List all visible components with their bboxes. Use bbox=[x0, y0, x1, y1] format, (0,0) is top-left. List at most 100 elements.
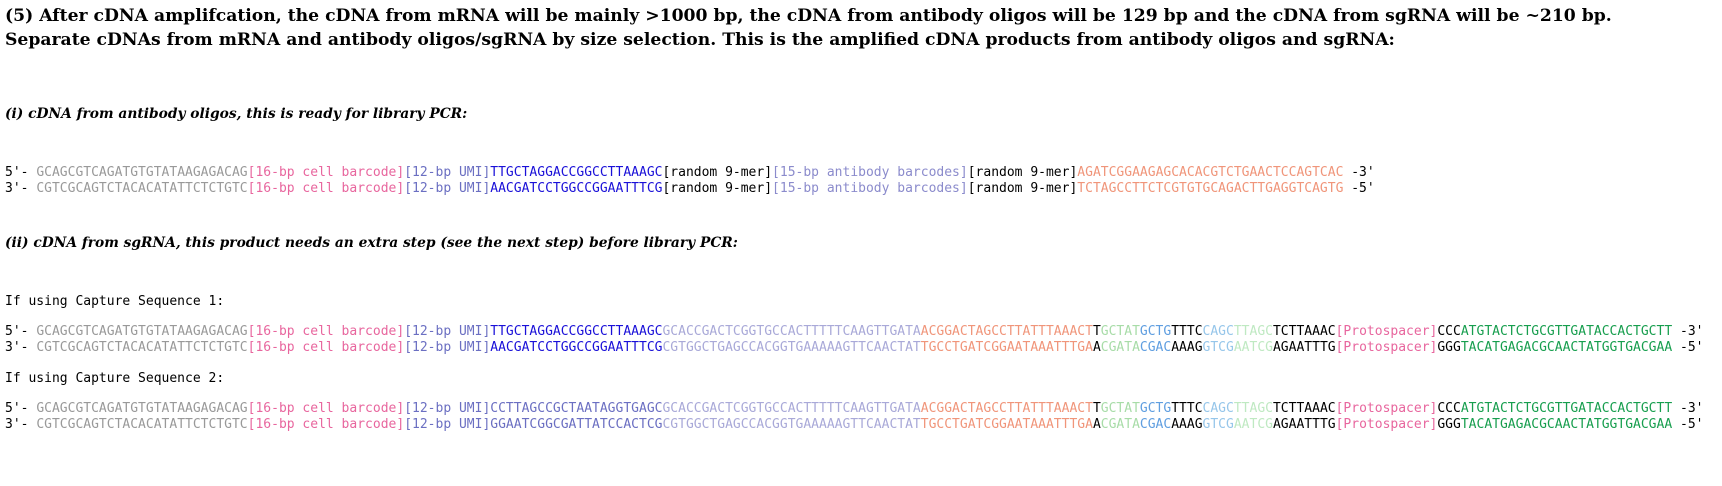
sequence-cs1-bottom: 3'- CGTCGCAGTCTACACATATTCTCTGTC[16-bp ce… bbox=[5, 340, 1703, 356]
sequence-segment: GTCG bbox=[1202, 340, 1234, 355]
capture-sequence-1-label: If using Capture Sequence 1: bbox=[5, 294, 225, 309]
sequence-segment: AACGATCCTGGCCGGAATTTCG bbox=[490, 340, 663, 355]
sequence-segment: CGATA bbox=[1100, 340, 1140, 355]
heading-line-2: Separate cDNAs from mRNA and antibody ol… bbox=[5, 30, 1395, 50]
sequence-segment: AAAG bbox=[1171, 417, 1203, 432]
step-heading: (5) After cDNA amplifcation, the cDNA fr… bbox=[5, 4, 1717, 52]
sequence-segment: GGG bbox=[1437, 417, 1461, 432]
sequence-segment: -5' bbox=[1672, 340, 1704, 355]
sequence-segment: [12-bp UMI] bbox=[404, 181, 491, 196]
sequence-segment: GCTAT bbox=[1100, 401, 1140, 416]
sequence-segment: TTTC bbox=[1171, 401, 1203, 416]
sequence-cs2-top: 5'- GCAGCGTCAGATGTGTATAAGAGACAG[16-bp ce… bbox=[5, 401, 1703, 417]
sequence-segment: CCC bbox=[1437, 401, 1461, 416]
sequence-segment: [12-bp UMI] bbox=[404, 401, 491, 416]
sequence-segment: CGTCGCAGTCTACACATATTCTCTGTC bbox=[36, 417, 248, 432]
sequence-segment: TGCCTGATCGGAATAAATTTGA bbox=[920, 340, 1093, 355]
sequence-segment: TTTC bbox=[1171, 324, 1203, 339]
sequence-segment: 3'- bbox=[5, 417, 37, 432]
sequence-cs2-bottom: 3'- CGTCGCAGTCTACACATATTCTCTGTC[16-bp ce… bbox=[5, 417, 1703, 433]
sequence-segment: [12-bp UMI] bbox=[404, 165, 491, 180]
sequence-segment: [random 9-mer] bbox=[662, 165, 773, 180]
sequence-segment: TCTTAAAC bbox=[1272, 324, 1336, 339]
sequence-segment: TACATGAGACGCAACTATGGTGACGAA bbox=[1460, 340, 1673, 355]
sequence-segment: TCTAGCCTTCTCGTGTGCAGACTTGAGGTCAGTG bbox=[1077, 181, 1344, 196]
sequence-segment: [12-bp UMI] bbox=[404, 340, 491, 355]
sequence-segment: GGAATCGGCGATTATCCACTCG bbox=[490, 417, 663, 432]
sequence-segment: CAGC bbox=[1202, 401, 1234, 416]
sequence-segment: GCTG bbox=[1139, 324, 1172, 339]
sequence-segment: -3' bbox=[1672, 324, 1704, 339]
sequence-segment: TGCCTGATCGGAATAAATTTGA bbox=[920, 417, 1093, 432]
sequence-i-bottom: 3'- CGTCGCAGTCTACACATATTCTCTGTC[16-bp ce… bbox=[5, 181, 1375, 197]
capture-sequence-2-label: If using Capture Sequence 2: bbox=[5, 371, 225, 386]
sequence-segment: GCAGCGTCAGATGTGTATAAGAGACAG bbox=[36, 401, 248, 416]
sequence-segment: TACATGAGACGCAACTATGGTGACGAA bbox=[1460, 417, 1673, 432]
sequence-segment: AATCG bbox=[1233, 340, 1273, 355]
sequence-segment: CGTGGCTGAGCCACGGTGAAAAAGTTCAACTAT bbox=[662, 417, 921, 432]
sequence-segment: CGATA bbox=[1100, 417, 1140, 432]
sequence-segment: CAGC bbox=[1202, 324, 1234, 339]
sequence-segment: GCACCGACTCGGTGCCACTTTTTCAAGTTGATA bbox=[662, 401, 921, 416]
sequence-segment: [random 9-mer] bbox=[662, 181, 773, 196]
section-ii-title: (ii) cDNA from sgRNA, this product needs… bbox=[5, 235, 738, 251]
sequence-segment: 5'- bbox=[5, 401, 37, 416]
sequence-segment: [16-bp cell barcode] bbox=[247, 165, 405, 180]
sequence-segment: GGG bbox=[1437, 340, 1461, 355]
sequence-segment: TCTTAAAC bbox=[1272, 401, 1336, 416]
sequence-segment: GCAGCGTCAGATGTGTATAAGAGACAG bbox=[36, 324, 248, 339]
sequence-segment: GCTG bbox=[1139, 401, 1172, 416]
sequence-segment: -5' bbox=[1672, 417, 1704, 432]
sequence-segment: TTGCTAGGACCGGCCTTAAAGC bbox=[490, 324, 663, 339]
sequence-segment: T bbox=[1092, 324, 1101, 339]
sequence-segment: TTAGC bbox=[1233, 401, 1273, 416]
sequence-segment: CGAC bbox=[1139, 417, 1172, 432]
sequence-segment: -3' bbox=[1343, 165, 1375, 180]
sequence-segment: ATGTACTCTGCGTTGATACCACTGCTT bbox=[1460, 401, 1673, 416]
sequence-segment: CCC bbox=[1437, 324, 1461, 339]
sequence-segment: [Protospacer] bbox=[1335, 417, 1438, 432]
sequence-segment: GCAGCGTCAGATGTGTATAAGAGACAG bbox=[36, 165, 248, 180]
heading-line-1: (5) After cDNA amplifcation, the cDNA fr… bbox=[5, 6, 1612, 26]
sequence-segment: [16-bp cell barcode] bbox=[247, 181, 405, 196]
sequence-segment: CCTTAGCCGCTAATAGGTGAGC bbox=[490, 401, 663, 416]
sequence-segment: [16-bp cell barcode] bbox=[247, 324, 405, 339]
sequence-segment: AGAATTTG bbox=[1272, 340, 1336, 355]
sequence-segment: ACGGACTAGCCTTATTTAAACT bbox=[920, 324, 1093, 339]
sequence-segment: CGAC bbox=[1139, 340, 1172, 355]
sequence-segment: [random 9-mer] bbox=[967, 181, 1078, 196]
sequence-segment: [Protospacer] bbox=[1335, 340, 1438, 355]
sequence-segment: -3' bbox=[1672, 401, 1704, 416]
sequence-segment: AATCG bbox=[1233, 417, 1273, 432]
sequence-segment: A bbox=[1092, 417, 1101, 432]
section-i-title: (i) cDNA from antibody oligos, this is r… bbox=[5, 106, 468, 122]
sequence-segment: [16-bp cell barcode] bbox=[247, 417, 405, 432]
sequence-segment: GCACCGACTCGGTGCCACTTTTTCAAGTTGATA bbox=[662, 324, 921, 339]
sequence-segment: ACGGACTAGCCTTATTTAAACT bbox=[920, 401, 1093, 416]
sequence-segment: AAAG bbox=[1171, 340, 1203, 355]
sequence-segment: [random 9-mer] bbox=[967, 165, 1078, 180]
sequence-segment: [15-bp antibody barcodes] bbox=[772, 181, 968, 196]
sequence-segment: A bbox=[1092, 340, 1101, 355]
sequence-segment: CGTCGCAGTCTACACATATTCTCTGTC bbox=[36, 340, 248, 355]
sequence-segment: AGATCGGAAGAGCACACGTCTGAACTCCAGTCAC bbox=[1077, 165, 1344, 180]
sequence-i-top: 5'- GCAGCGTCAGATGTGTATAAGAGACAG[16-bp ce… bbox=[5, 165, 1375, 181]
sequence-segment: [15-bp antibody barcodes] bbox=[772, 165, 968, 180]
sequence-segment: [Protospacer] bbox=[1335, 401, 1438, 416]
sequence-segment: [12-bp UMI] bbox=[404, 324, 491, 339]
sequence-segment: ATGTACTCTGCGTTGATACCACTGCTT bbox=[1460, 324, 1673, 339]
sequence-segment: 5'- bbox=[5, 165, 37, 180]
sequence-segment: [12-bp UMI] bbox=[404, 417, 491, 432]
sequence-segment: 3'- bbox=[5, 181, 37, 196]
sequence-segment: AACGATCCTGGCCGGAATTTCG bbox=[490, 181, 663, 196]
sequence-segment: [16-bp cell barcode] bbox=[247, 401, 405, 416]
sequence-segment: 3'- bbox=[5, 340, 37, 355]
sequence-segment: T bbox=[1092, 401, 1101, 416]
sequence-segment: [16-bp cell barcode] bbox=[247, 340, 405, 355]
sequence-segment: [Protospacer] bbox=[1335, 324, 1438, 339]
sequence-segment: AGAATTTG bbox=[1272, 417, 1336, 432]
sequence-segment: CGTGGCTGAGCCACGGTGAAAAAGTTCAACTAT bbox=[662, 340, 921, 355]
sequence-segment: GTCG bbox=[1202, 417, 1234, 432]
sequence-segment: GCTAT bbox=[1100, 324, 1140, 339]
sequence-segment: CGTCGCAGTCTACACATATTCTCTGTC bbox=[36, 181, 248, 196]
